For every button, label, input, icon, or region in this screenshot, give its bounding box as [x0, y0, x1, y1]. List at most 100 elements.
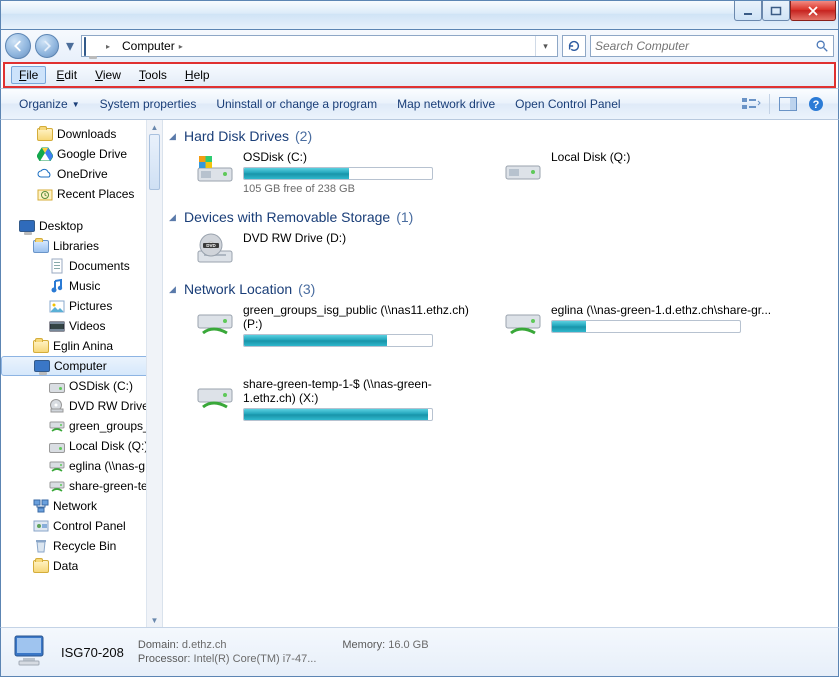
tree-quick-3[interactable]: Recent Places [1, 184, 162, 204]
tree-control-panel[interactable]: Control Panel [1, 516, 162, 536]
tree-computer[interactable]: Computer [1, 356, 162, 376]
cmd-system-properties[interactable]: System properties [90, 93, 207, 115]
pic-icon [49, 298, 65, 314]
drive-p[interactable]: green_groups_isg_public (\\nas11.ethz.ch… [195, 303, 475, 347]
network-drive-icon [503, 303, 543, 339]
tree-quick-0[interactable]: Downloads [1, 124, 162, 144]
drive-eglina[interactable]: eglina (\\nas-green-1.d.ethz.ch\share-gr… [503, 303, 783, 347]
menu-help[interactable]: Help [177, 66, 218, 84]
music-icon [49, 278, 65, 294]
network-icon [33, 498, 49, 514]
drive-freespace: 105 GB free of 238 GB [243, 183, 475, 195]
details-memory-label: Memory: [342, 639, 385, 651]
tree-libraries[interactable]: Libraries [1, 236, 162, 256]
cmd-control-panel[interactable]: Open Control Panel [505, 93, 630, 115]
breadcrumb-root[interactable]: ▸ [104, 42, 116, 51]
tree-drive-3[interactable]: Local Disk (Q:) [1, 436, 162, 456]
address-bar[interactable]: ▸ Computer▸ ▾ [81, 35, 558, 57]
section-hdd-header[interactable]: ◢Hard Disk Drives (2) [167, 128, 830, 144]
drive-localq[interactable]: Local Disk (Q:) [503, 150, 783, 195]
tree-drive-2[interactable]: green_groups_i [1, 416, 162, 436]
network-drive-icon [195, 377, 235, 413]
tree-desktop[interactable]: Desktop [1, 216, 162, 236]
netdrive-icon [49, 478, 65, 494]
cmd-organize[interactable]: Organize▼ [9, 93, 90, 115]
user-folder-icon [33, 338, 49, 354]
search-box[interactable] [590, 35, 834, 57]
tree-drive-0[interactable]: OSDisk (C:) [1, 376, 162, 396]
help-button[interactable]: ? [804, 92, 828, 116]
tree-recycle-bin[interactable]: Recycle Bin [1, 536, 162, 556]
computer-icon [84, 38, 100, 54]
search-input[interactable] [595, 39, 815, 53]
refresh-button[interactable] [562, 35, 586, 57]
forward-button[interactable] [35, 34, 59, 58]
onedrive-icon [37, 166, 53, 182]
close-button[interactable] [790, 1, 836, 21]
tree-drive-5[interactable]: share-green-te [1, 476, 162, 496]
details-pane: ISG70-208 Domain: d.ethz.ch Processor: I… [0, 627, 839, 677]
preview-pane-button[interactable] [776, 92, 800, 116]
tree-user[interactable]: Eglin Anina [1, 336, 162, 356]
tree-data[interactable]: Data [1, 556, 162, 576]
menu-bar: File Edit View Tools Help [5, 64, 834, 86]
section-network-title: Network Location [184, 281, 292, 297]
gdrive-icon [37, 146, 53, 162]
drive-label: OSDisk (C:) [243, 150, 475, 164]
breadcrumb-computer[interactable]: Computer▸ [120, 39, 189, 53]
breadcrumb-label: Computer [122, 39, 175, 53]
details-domain: d.ethz.ch [182, 639, 227, 651]
libraries-icon [33, 238, 49, 254]
network-drive-icon [195, 303, 235, 339]
search-icon [815, 39, 829, 53]
details-processor-label: Processor: [138, 653, 191, 665]
capacity-bar [243, 408, 433, 421]
doc-icon [49, 258, 65, 274]
section-network-header[interactable]: ◢Network Location (3) [167, 281, 830, 297]
tree-network[interactable]: Network [1, 496, 162, 516]
view-options-button[interactable] [739, 92, 763, 116]
tree-scrollbar[interactable]: ▲▼ [146, 120, 162, 627]
command-bar: Organize▼ System properties Uninstall or… [0, 88, 839, 120]
vid-icon [49, 318, 65, 334]
minimize-button[interactable] [734, 1, 762, 21]
netdrive-icon [49, 458, 65, 474]
nav-history-dropdown[interactable]: ▾ [63, 34, 77, 58]
menu-view[interactable]: View [87, 66, 129, 84]
drive-icon [503, 150, 543, 186]
back-button[interactable] [5, 33, 31, 59]
caret-down-icon: ◢ [167, 212, 178, 223]
cmd-uninstall[interactable]: Uninstall or change a program [206, 93, 387, 115]
tree-lib-1[interactable]: Music [1, 276, 162, 296]
drive-dvd[interactable]: DVD DVD RW Drive (D:) [195, 231, 475, 267]
details-domain-label: Domain: [138, 639, 179, 651]
control-panel-icon [33, 518, 49, 534]
menu-tools[interactable]: Tools [131, 66, 175, 84]
tree-drive-4[interactable]: eglina (\\nas-g [1, 456, 162, 476]
osdisk-icon [195, 150, 235, 186]
address-dropdown[interactable]: ▾ [535, 36, 555, 56]
folder-icon [33, 558, 49, 574]
caret-down-icon: ◢ [167, 131, 178, 142]
tree-quick-2[interactable]: OneDrive [1, 164, 162, 184]
details-memory: 16.0 GB [388, 639, 428, 651]
computer-large-icon [9, 632, 51, 672]
tree-lib-0[interactable]: Documents [1, 256, 162, 276]
section-hdd-count: (2) [295, 128, 312, 144]
svg-text:?: ? [813, 99, 820, 111]
menu-edit[interactable]: Edit [48, 66, 85, 84]
tree-quick-1[interactable]: Google Drive [1, 144, 162, 164]
tree-lib-3[interactable]: Videos [1, 316, 162, 336]
drive-osdisk[interactable]: OSDisk (C:) 105 GB free of 238 GB [195, 150, 475, 195]
drive-label: green_groups_isg_public (\\nas11.ethz.ch… [243, 303, 475, 331]
cmd-map-drive[interactable]: Map network drive [387, 93, 505, 115]
section-removable-header[interactable]: ◢Devices with Removable Storage (1) [167, 209, 830, 225]
content-pane: ◢Hard Disk Drives (2) OSDisk (C:) 105 GB… [163, 120, 838, 627]
computer-icon [34, 358, 50, 374]
tree-drive-1[interactable]: DVD RW Drive ( [1, 396, 162, 416]
menu-file[interactable]: File [11, 66, 46, 84]
drive-label: eglina (\\nas-green-1.d.ethz.ch\share-gr… [551, 303, 783, 317]
tree-lib-2[interactable]: Pictures [1, 296, 162, 316]
drive-x[interactable]: share-green-temp-1-$ (\\nas-green-1.ethz… [195, 377, 475, 421]
maximize-button[interactable] [762, 1, 790, 21]
